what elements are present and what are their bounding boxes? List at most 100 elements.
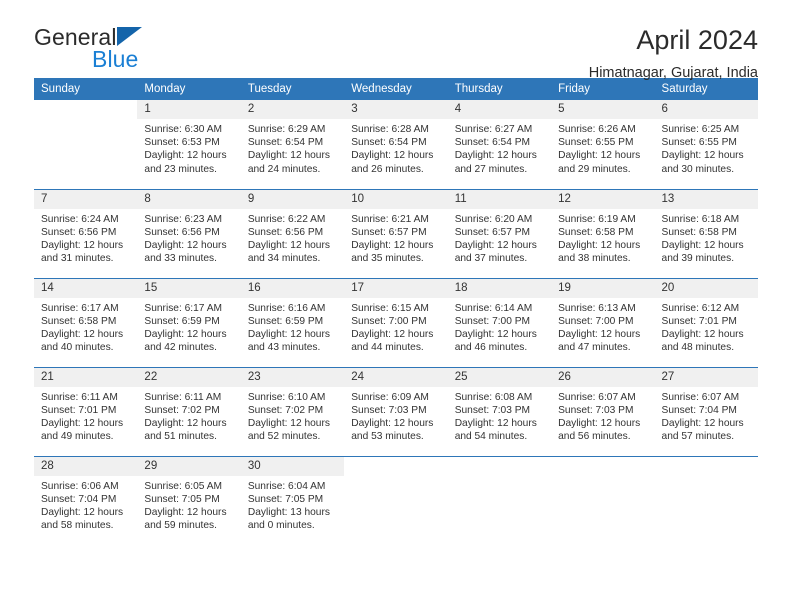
day-details: Sunrise: 6:28 AM Sunset: 6:54 PM Daylight:…: [344, 119, 447, 176]
calendar-day-cell[interactable]: 26 Sunrise: 6:07 AM Sunset: 7:03 PM Dayligh…: [551, 366, 655, 456]
calendar-day-cell[interactable]: 3 Sunrise: 6:28 AM Sunset: 6:54 PM Daylight…: [344, 100, 448, 189]
sunset-time: Sunset: 7:03 PM: [558, 404, 634, 416]
day-details: Sunrise: 6:26 AM Sunset: 6:55 PM Daylight:…: [551, 119, 654, 176]
day-details: Sunrise: 6:12 AM Sunset: 7:01 PM Daylight:…: [655, 298, 758, 355]
calendar-day-cell[interactable]: 6 Sunrise: 6:25 AM Sunset: 6:55 PM Daylight…: [654, 100, 758, 189]
day-details: Sunrise: 6:20 AM Sunset: 6:57 PM Daylight:…: [448, 209, 551, 266]
daylight-duration-line2: and 27 minutes.: [454, 163, 528, 175]
daylight-duration-line2: and 33 minutes.: [144, 253, 217, 265]
day-details: Sunrise: 6:15 AM Sunset: 7:00 PM Daylight:…: [344, 298, 447, 355]
sunrise-time: Sunrise: 6:16 AM: [247, 302, 326, 314]
sunrise-time: Sunrise: 6:28 AM: [351, 124, 429, 135]
calendar-day-cell[interactable]: 8 Sunrise: 6:23 AM Sunset: 6:56 PM Daylight…: [137, 188, 241, 278]
day-details: Sunrise: 6:11 AM Sunset: 7:02 PM Daylight:…: [137, 387, 240, 444]
logo-text-blue: Blue: [92, 46, 139, 72]
daylight-duration-line2: and 24 minutes.: [247, 163, 321, 175]
daylight-duration-line2: and 54 minutes.: [454, 431, 528, 443]
page-header: General Blue April 2024 Himatnagar, Guja…: [34, 0, 758, 80]
sunrise-time: Sunrise: 6:13 AM: [558, 302, 636, 314]
daylight-duration-line1: Daylight: 12 hours: [144, 239, 227, 251]
daylight-duration-line2: and 44 minutes.: [351, 342, 424, 354]
calendar-day-cell[interactable]: 5 Sunrise: 6:26 AM Sunset: 6:55 PM Daylight…: [551, 100, 655, 189]
sunset-time: Sunset: 7:00 PM: [454, 315, 531, 327]
day-details: Sunrise: 6:19 AM Sunset: 6:58 PM Daylight:…: [551, 209, 654, 266]
calendar-day-cell[interactable]: 21 Sunrise: 6:11 AM Sunset: 7:01 PM Dayligh…: [34, 366, 138, 456]
daylight-duration-line1: Daylight: 12 hours: [661, 239, 744, 251]
calendar-week-row: 14 Sunrise: 6:17 AM Sunset: 6:58 PM Dayligh…: [34, 277, 758, 367]
sunrise-time: Sunrise: 6:09 AM: [351, 391, 429, 403]
sunrise-time: Sunrise: 6:11 AM: [144, 391, 222, 403]
daylight-duration-line1: Daylight: 12 hours: [144, 328, 227, 340]
sunset-time: Sunset: 6:56 PM: [144, 226, 220, 238]
logo-triangle-icon: [116, 27, 142, 46]
calendar-day-cell[interactable]: 7 Sunrise: 6:24 AM Sunset: 6:56 PM Daylight…: [34, 188, 138, 278]
day-number: 30: [240, 456, 345, 476]
day-number: 26: [551, 367, 655, 387]
sunset-time: Sunset: 6:56 PM: [247, 226, 324, 238]
day-number: 4: [447, 100, 552, 119]
calendar-day-cell[interactable]: 13 Sunrise: 6:18 AM Sunset: 6:58 PM Dayligh…: [654, 188, 758, 278]
generalblue-logo: General Blue: [34, 26, 204, 74]
calendar-day-cell[interactable]: 10 Sunrise: 6:21 AM Sunset: 6:57 PM Dayligh…: [344, 188, 448, 278]
daylight-duration-line2: and 39 minutes.: [661, 253, 735, 265]
sunrise-time: Sunrise: 6:25 AM: [661, 124, 740, 135]
day-number: 19: [551, 278, 655, 298]
day-details: Sunrise: 6:22 AM Sunset: 6:56 PM Daylight:…: [241, 209, 344, 266]
calendar-day-cell[interactable]: 25 Sunrise: 6:08 AM Sunset: 7:03 PM Dayligh…: [447, 366, 552, 456]
calendar-day-cell[interactable]: 17 Sunrise: 6:15 AM Sunset: 7:00 PM Dayligh…: [344, 277, 448, 367]
calendar-day-cell[interactable]: 15 Sunrise: 6:17 AM Sunset: 6:59 PM Dayligh…: [137, 277, 241, 367]
daylight-duration-line1: Daylight: 12 hours: [661, 328, 744, 340]
sunset-time: Sunset: 6:54 PM: [351, 137, 427, 149]
daylight-duration-line2: and 47 minutes.: [558, 342, 631, 354]
calendar-day-cell[interactable]: 4 Sunrise: 6:27 AM Sunset: 6:54 PM Daylight…: [447, 100, 552, 189]
calendar-day-cell[interactable]: 1 Sunrise: 6:30 AM Sunset: 6:53 PM Daylight…: [137, 100, 241, 189]
calendar-day-cell[interactable]: 11 Sunrise: 6:20 AM Sunset: 6:57 PM Dayligh…: [447, 188, 552, 278]
day-number: 12: [551, 189, 655, 209]
day-number: 13: [654, 189, 758, 209]
daylight-duration-line1: Daylight: 12 hours: [41, 417, 124, 429]
sunrise-time: Sunrise: 6:27 AM: [454, 124, 533, 135]
calendar-day-cell[interactable]: 23 Sunrise: 6:10 AM Sunset: 7:02 PM Dayligh…: [240, 366, 345, 456]
daylight-duration-line2: and 30 minutes.: [661, 163, 735, 175]
calendar-day-cell[interactable]: 19 Sunrise: 6:13 AM Sunset: 7:00 PM Dayligh…: [551, 277, 655, 367]
sunrise-time: Sunrise: 6:14 AM: [454, 302, 533, 314]
calendar-day-cell[interactable]: 28 Sunrise: 6:06 AM Sunset: 7:04 PM Dayligh…: [34, 455, 138, 545]
day-number: [551, 456, 655, 476]
sunset-time: Sunset: 6:53 PM: [144, 137, 220, 149]
calendar-empty-cell: [551, 455, 655, 545]
sunset-time: Sunset: 6:55 PM: [558, 137, 634, 149]
calendar-day-cell[interactable]: 18 Sunrise: 6:14 AM Sunset: 7:00 PM Dayligh…: [447, 277, 552, 367]
sunset-time: Sunset: 6:59 PM: [247, 315, 324, 327]
calendar-day-cell[interactable]: 24 Sunrise: 6:09 AM Sunset: 7:03 PM Dayligh…: [344, 366, 448, 456]
calendar-day-cell[interactable]: 29 Sunrise: 6:05 AM Sunset: 7:05 PM Dayligh…: [137, 455, 241, 545]
calendar-day-cell[interactable]: 22 Sunrise: 6:11 AM Sunset: 7:02 PM Dayligh…: [137, 366, 241, 456]
calendar-day-cell[interactable]: 16 Sunrise: 6:16 AM Sunset: 6:59 PM Dayligh…: [240, 277, 345, 367]
calendar-day-cell[interactable]: 27 Sunrise: 6:07 AM Sunset: 7:04 PM Dayligh…: [654, 366, 758, 456]
sunrise-time: Sunrise: 6:07 AM: [558, 391, 636, 403]
sunset-time: Sunset: 7:02 PM: [144, 404, 220, 416]
day-number: 7: [34, 189, 138, 209]
title-block: April 2024 Himatnagar, Gujarat, India: [589, 25, 758, 80]
sunset-time: Sunset: 7:01 PM: [41, 404, 117, 416]
sunrise-time: Sunrise: 6:26 AM: [558, 124, 636, 135]
weekday-header-tuesday: Tuesday: [240, 78, 345, 100]
calendar-day-cell[interactable]: 20 Sunrise: 6:12 AM Sunset: 7:01 PM Dayligh…: [654, 277, 758, 367]
daylight-duration-line2: and 42 minutes.: [144, 342, 217, 354]
calendar-empty-cell: [447, 455, 552, 545]
sunrise-time: Sunrise: 6:04 AM: [247, 480, 326, 492]
sunset-time: Sunset: 6:57 PM: [351, 226, 427, 238]
day-details: Sunrise: 6:18 AM Sunset: 6:58 PM Daylight:…: [655, 209, 758, 266]
sunset-time: Sunset: 7:00 PM: [351, 315, 427, 327]
daylight-duration-line1: Daylight: 12 hours: [247, 417, 330, 429]
calendar-day-cell[interactable]: 12 Sunrise: 6:19 AM Sunset: 6:58 PM Dayligh…: [551, 188, 655, 278]
calendar-day-cell[interactable]: 9 Sunrise: 6:22 AM Sunset: 6:56 PM Daylight…: [240, 188, 345, 278]
day-number: [344, 456, 448, 476]
day-number: 28: [34, 456, 138, 476]
daylight-duration-line1: Daylight: 12 hours: [661, 150, 744, 162]
calendar-day-cell[interactable]: 14 Sunrise: 6:17 AM Sunset: 6:58 PM Dayligh…: [34, 277, 138, 367]
calendar-empty-cell: [34, 100, 138, 189]
day-number: 3: [344, 100, 448, 119]
calendar-day-cell[interactable]: 2 Sunrise: 6:29 AM Sunset: 6:54 PM Daylight…: [240, 100, 345, 189]
daylight-duration-line2: and 35 minutes.: [351, 253, 424, 265]
calendar-day-cell[interactable]: 30 Sunrise: 6:04 AM Sunset: 7:05 PM Dayligh…: [240, 455, 345, 545]
